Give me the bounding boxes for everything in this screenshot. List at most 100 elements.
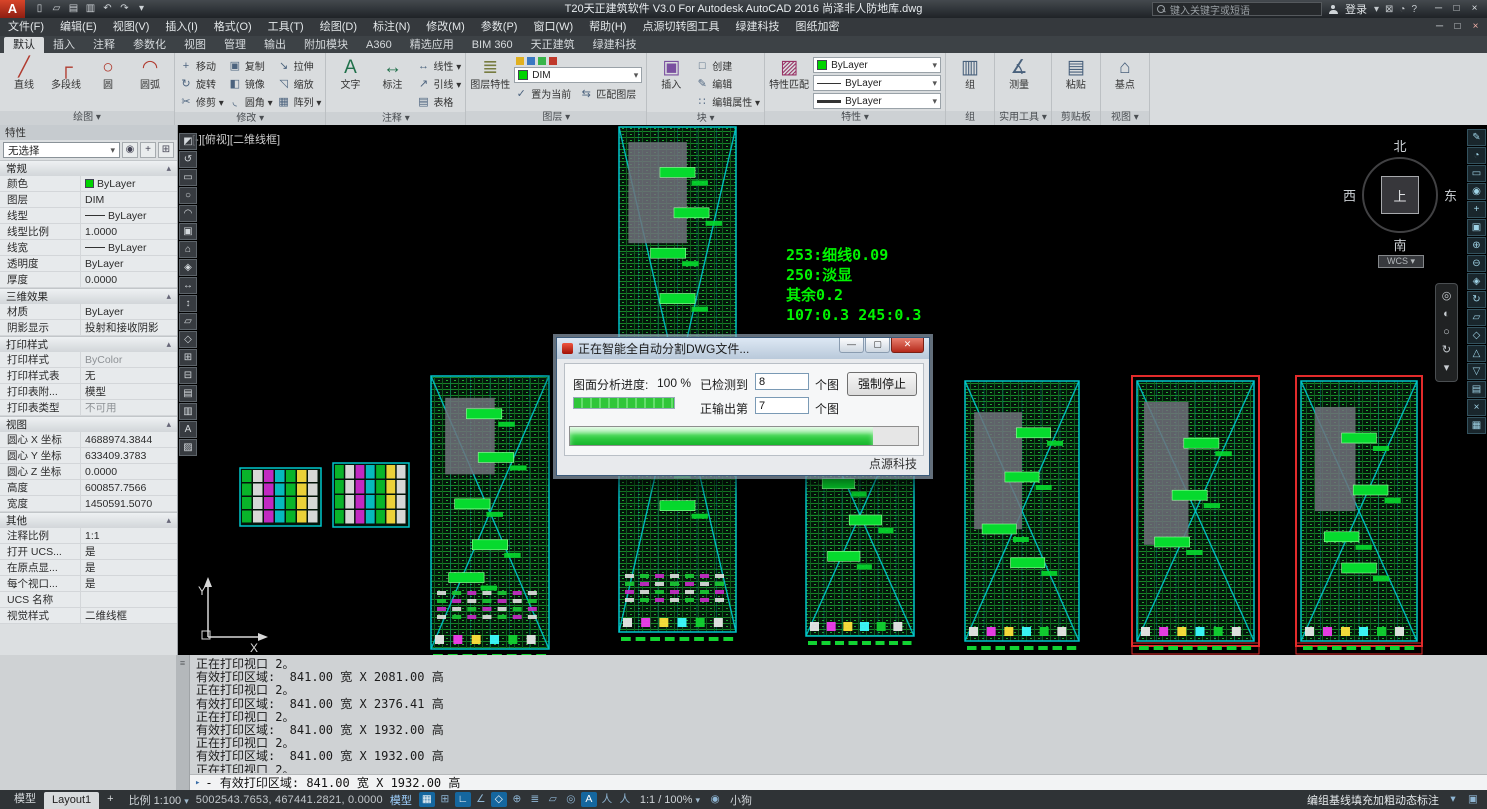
navbar-icon[interactable]: ◐ bbox=[1443, 309, 1450, 320]
tz-status-toggles[interactable]: 编组基线填充加粗动态标注 bbox=[1307, 792, 1439, 808]
menu-item[interactable]: 工具(T) bbox=[260, 18, 312, 36]
annotation-visibility-icon[interactable]: 人 bbox=[599, 792, 615, 807]
ribbon-tab-绿建科技[interactable]: 绿建科技 bbox=[584, 37, 646, 53]
otrack-icon[interactable]: ⊕ bbox=[509, 792, 525, 807]
dialog-close-button[interactable]: ✕ bbox=[891, 338, 924, 353]
transparency-icon[interactable]: ▱ bbox=[545, 792, 561, 807]
palette-section-header[interactable]: 常规▴ bbox=[0, 160, 177, 176]
viewcube-top[interactable]: 上 bbox=[1381, 176, 1419, 214]
canvas-tool-icon[interactable]: ◔ bbox=[1467, 147, 1486, 164]
property-value[interactable]: 不可用 bbox=[80, 400, 177, 415]
canvas-tool-icon[interactable]: ▱ bbox=[1467, 309, 1486, 326]
fillet-tool[interactable]: ◟圆角 ▾ bbox=[228, 93, 273, 110]
property-value[interactable]: 模型 bbox=[80, 384, 177, 399]
property-value[interactable]: 无 bbox=[80, 368, 177, 383]
canvas-tool-icon[interactable]: ↕ bbox=[179, 295, 197, 312]
navbar-icon[interactable]: ▾ bbox=[1444, 363, 1450, 374]
panel-label-图层[interactable]: 图层 ▾ bbox=[466, 111, 646, 125]
redo-icon[interactable]: ↷ bbox=[118, 2, 131, 16]
palette-section-header[interactable]: 其他▴ bbox=[0, 512, 177, 528]
canvas-tool-icon[interactable]: ▦ bbox=[1467, 417, 1486, 434]
compass-west-label[interactable]: 西 bbox=[1343, 186, 1356, 205]
wcs-dropdown[interactable]: WCS ▾ bbox=[1378, 255, 1424, 268]
panel-label-绘图[interactable]: 绘图 ▾ bbox=[0, 111, 174, 125]
ribbon-tab-参数化[interactable]: 参数化 bbox=[124, 37, 175, 53]
workspace-label[interactable]: 小狗 bbox=[730, 792, 752, 808]
workspace-gear-icon[interactable]: ◉ bbox=[707, 792, 723, 807]
select-objects-icon[interactable]: + bbox=[140, 142, 156, 158]
polar-icon[interactable]: ∠ bbox=[473, 792, 489, 807]
canvas-tool-icon[interactable]: ↻ bbox=[1467, 291, 1486, 308]
property-value[interactable]: ByLayer bbox=[80, 176, 177, 191]
open-file-icon[interactable]: ▱ bbox=[50, 2, 63, 16]
property-value[interactable]: 4688974.3844 bbox=[80, 432, 177, 447]
lineweight-icon[interactable]: ≣ bbox=[527, 792, 543, 807]
palette-section-header[interactable]: 三维效果▴ bbox=[0, 288, 177, 304]
canvas-tool-icon[interactable]: ▣ bbox=[179, 223, 197, 240]
ribbon-tab-精选应用[interactable]: 精选应用 bbox=[401, 37, 463, 53]
ribbon-tab-附加模块[interactable]: 附加模块 bbox=[295, 37, 357, 53]
menu-item[interactable]: 修改(M) bbox=[418, 18, 473, 36]
ribbon-tab-天正建筑[interactable]: 天正建筑 bbox=[522, 37, 584, 53]
panel-label-块[interactable]: 块 ▾ bbox=[647, 112, 764, 125]
layout-tab-Layout1[interactable]: Layout1 bbox=[44, 792, 99, 809]
menu-item[interactable]: 点源切转图工具 bbox=[634, 18, 727, 36]
osnap-icon[interactable]: ◇ bbox=[491, 792, 507, 807]
canvas-tool-icon[interactable]: ▥ bbox=[179, 403, 197, 420]
menu-item[interactable]: 标注(N) bbox=[365, 18, 418, 36]
polyline-tool[interactable]: ┌多段线 bbox=[46, 55, 86, 91]
canvas-tool-icon[interactable]: ✎ bbox=[1467, 129, 1486, 146]
canvas-tool-icon[interactable]: + bbox=[1467, 201, 1486, 218]
create-block-tool[interactable]: □创建 bbox=[695, 57, 760, 74]
canvas-tool-icon[interactable]: ⊟ bbox=[179, 367, 197, 384]
menu-item[interactable]: 窗口(W) bbox=[525, 18, 581, 36]
layer-tool-icon[interactable] bbox=[538, 57, 546, 65]
ribbon-tab-管理[interactable]: 管理 bbox=[215, 37, 255, 53]
canvas-tool-icon[interactable]: ▤ bbox=[179, 385, 197, 402]
menu-item[interactable]: 文件(F) bbox=[0, 18, 52, 36]
property-value[interactable]: 633409.3783 bbox=[80, 448, 177, 463]
canvas-tool-icon[interactable]: ⊖ bbox=[1467, 255, 1486, 272]
toggle-pickadd-icon[interactable]: ◉ bbox=[122, 142, 138, 158]
collapse-icon[interactable]: ▴ bbox=[166, 291, 171, 302]
canvas-tool-icon[interactable]: ◩ bbox=[179, 133, 197, 150]
linetype-dropdown[interactable]: ByLayer▾ bbox=[813, 93, 941, 109]
array-tool[interactable]: ▦阵列 ▾ bbox=[277, 93, 322, 110]
panel-label-视图[interactable]: 视图 ▾ bbox=[1101, 111, 1149, 125]
viewport-controls[interactable]: [-][俯视][二维线框] bbox=[192, 131, 280, 147]
canvas-tool-icon[interactable]: ▱ bbox=[179, 313, 197, 330]
snap-icon[interactable]: ⊞ bbox=[437, 792, 453, 807]
ribbon-tab-输出[interactable]: 输出 bbox=[255, 37, 295, 53]
canvas-tool-icon[interactable]: ◈ bbox=[1467, 273, 1486, 290]
detected-count-input[interactable] bbox=[755, 373, 809, 390]
canvas-tool-icon[interactable]: ▭ bbox=[1467, 165, 1486, 182]
model-space-toggle[interactable]: 模型 bbox=[390, 792, 412, 808]
canvas-tool-icon[interactable]: ○ bbox=[179, 187, 197, 204]
canvas-tool-icon[interactable]: × bbox=[1467, 399, 1486, 416]
command-window-grip[interactable]: ≡ bbox=[176, 655, 190, 790]
trim-tool[interactable]: ✂修剪 ▾ bbox=[179, 93, 224, 110]
edit-attributes-tool[interactable]: ∷编辑属性 ▾ bbox=[695, 93, 760, 110]
circle-tool[interactable]: ○圆 bbox=[88, 55, 128, 91]
property-value[interactable]: ByLayer bbox=[80, 208, 177, 223]
canvas-tool-icon[interactable]: ▣ bbox=[1467, 219, 1486, 236]
annotation-scale-control[interactable]: 1:1 / 100% ▾ bbox=[640, 794, 700, 806]
command-input-line[interactable]: ▸ - 有效打印区域: 841.00 宽 X 1932.00 高 bbox=[190, 774, 1487, 790]
menu-item[interactable]: 插入(I) bbox=[157, 18, 205, 36]
canvas-tool-icon[interactable]: ◈ bbox=[179, 259, 197, 276]
property-value[interactable]: 1.0000 bbox=[80, 224, 177, 239]
child-restore-button[interactable]: □ bbox=[1449, 20, 1466, 34]
property-value[interactable] bbox=[80, 592, 177, 607]
panel-label-实用工具[interactable]: 实用工具 ▾ bbox=[995, 111, 1051, 125]
stretch-tool[interactable]: ↘拉伸 bbox=[277, 57, 322, 74]
layer-properties-tool[interactable]: ≣图层特性 bbox=[470, 55, 510, 91]
annotation-icon[interactable]: A bbox=[581, 792, 597, 807]
menu-item[interactable]: 编辑(E) bbox=[52, 18, 105, 36]
dimension-tool[interactable]: ↔标注 bbox=[372, 55, 412, 91]
ribbon-tab-视图[interactable]: 视图 bbox=[175, 37, 215, 53]
canvas-tool-icon[interactable]: ⌂ bbox=[179, 241, 197, 258]
property-value[interactable]: DIM bbox=[80, 192, 177, 207]
property-value[interactable]: 二维线框 bbox=[80, 608, 177, 623]
exchange-apps-icon[interactable]: ⊠ bbox=[1385, 4, 1393, 15]
rotate-tool[interactable]: ↻旋转 bbox=[179, 75, 224, 92]
